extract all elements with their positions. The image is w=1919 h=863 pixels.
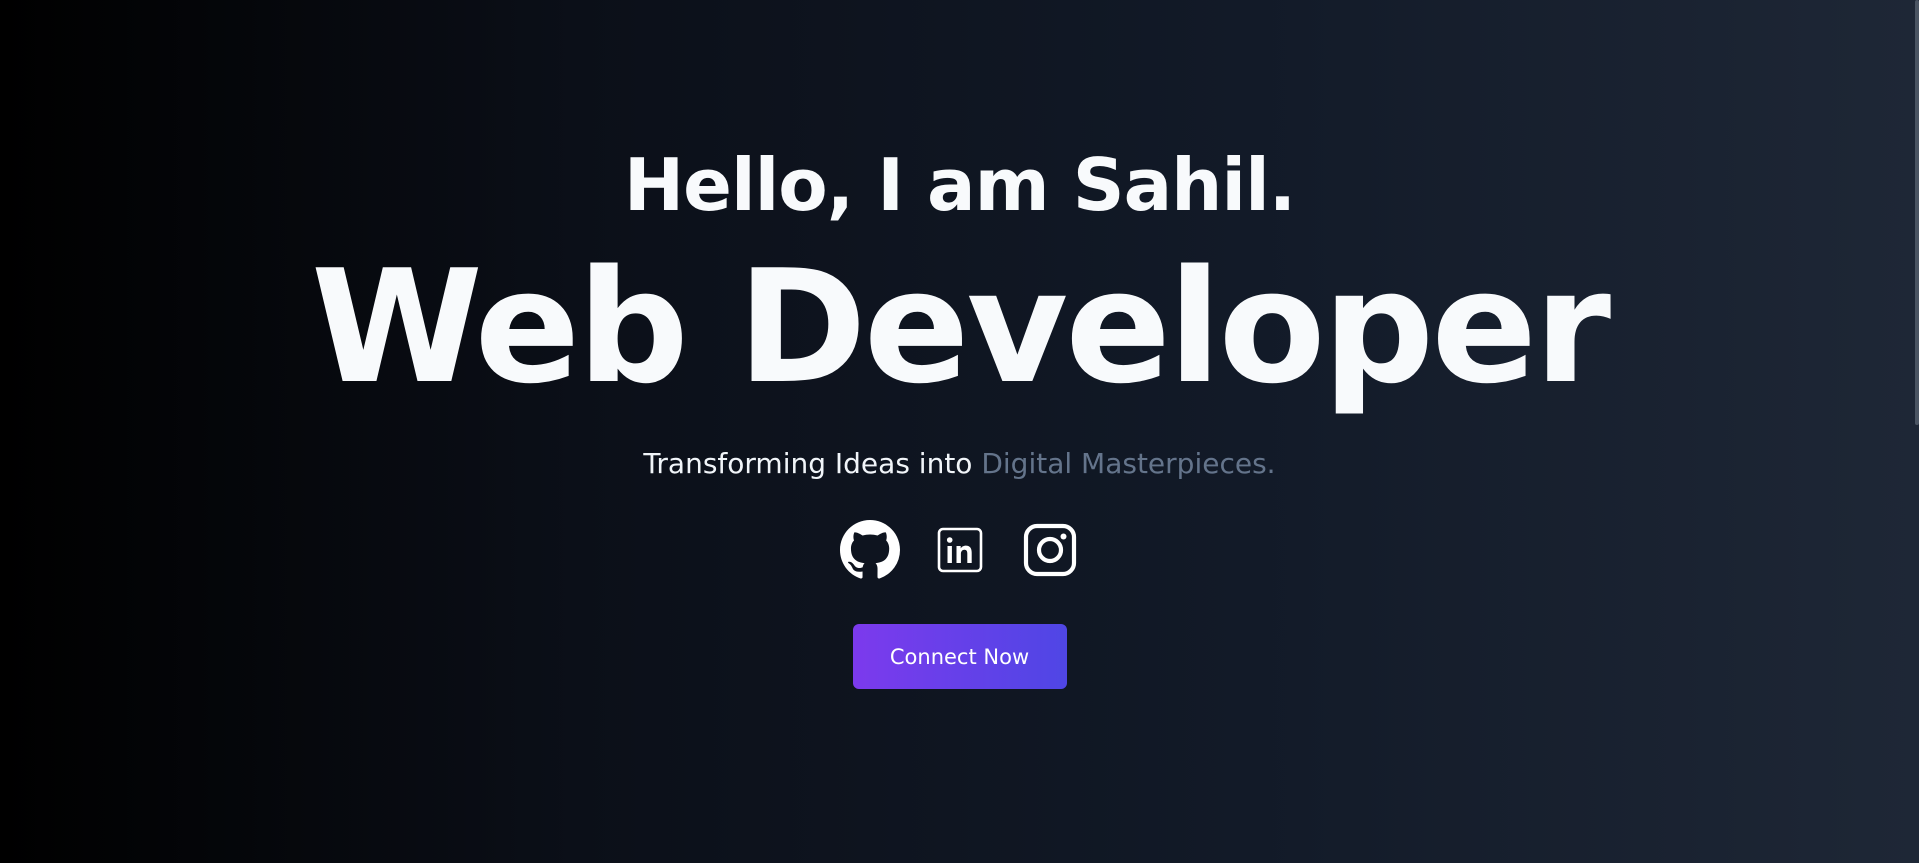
instagram-link[interactable] xyxy=(1020,520,1080,580)
linkedin-link[interactable] xyxy=(930,520,990,580)
linkedin-icon xyxy=(937,527,983,573)
hero-section: Hello, I am Sahil. Web Developer Transfo… xyxy=(0,0,1919,863)
page-scrollbar[interactable] xyxy=(1915,0,1919,425)
tagline: Transforming Ideas into Digital Masterpi… xyxy=(643,444,1275,484)
greeting-heading: Hello, I am Sahil. xyxy=(623,143,1296,227)
connect-now-button[interactable]: Connect Now xyxy=(852,624,1067,689)
tagline-accent: Digital Masterpieces. xyxy=(981,447,1276,480)
tagline-prefix: Transforming Ideas into xyxy=(643,447,973,480)
role-heading: Web Developer xyxy=(310,236,1611,418)
github-link[interactable] xyxy=(839,520,900,580)
github-icon xyxy=(839,520,900,580)
social-links xyxy=(839,520,1080,580)
instagram-icon xyxy=(1023,523,1077,577)
